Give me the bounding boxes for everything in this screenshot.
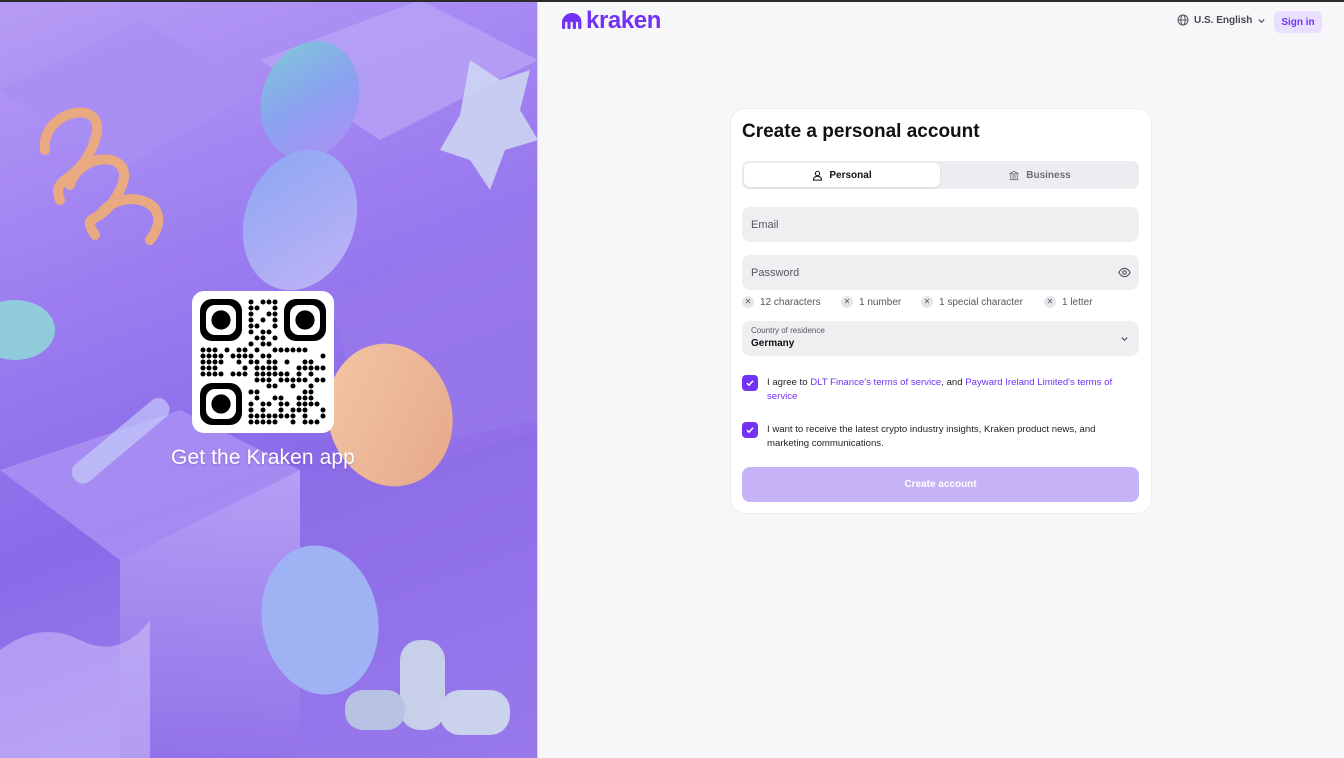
signup-card: Create a personal account Personal Busin…: [731, 109, 1151, 513]
window-top-border: [0, 0, 1344, 2]
country-value: Germany: [751, 338, 795, 349]
terms-consent-row: I agree to DLT Finance's terms of servic…: [742, 375, 1139, 404]
account-type-switch: Personal Business: [742, 161, 1139, 189]
sign-in-button[interactable]: Sign in: [1274, 11, 1322, 33]
kraken-logo[interactable]: kraken: [561, 9, 661, 33]
requirement-label: 12 characters: [760, 296, 821, 308]
logo-wordmark: kraken: [586, 7, 661, 34]
email-placeholder: Email: [751, 218, 779, 231]
tab-business-label: Business: [1026, 169, 1071, 181]
language-label: U.S. English: [1194, 14, 1253, 26]
globe-icon: [1177, 14, 1189, 26]
requirement-label: 1 number: [859, 296, 902, 308]
marketing-consent-text: I want to receive the latest crypto indu…: [767, 424, 1096, 449]
requirement-label: 1 special character: [939, 296, 1023, 308]
tab-personal-label: Personal: [829, 169, 872, 181]
app-qr-code: [192, 291, 334, 433]
country-label: Country of residence: [751, 326, 825, 335]
bank-icon: [1009, 170, 1020, 180]
panel-divider: [537, 0, 538, 758]
user-icon: [813, 170, 823, 181]
checkmark-icon: [746, 427, 754, 434]
marketing-checkbox[interactable]: [742, 422, 758, 438]
x-icon: ✕: [1044, 296, 1056, 308]
requirement-number: ✕ 1 number: [841, 296, 921, 308]
tab-personal[interactable]: Personal: [744, 163, 940, 187]
password-placeholder: Password: [751, 266, 800, 279]
checkmark-icon: [746, 380, 754, 387]
password-requirements: ✕ 12 characters ✕ 1 number ✕ 1 special c…: [742, 296, 1093, 308]
requirement-label: 1 letter: [1062, 296, 1093, 308]
page-title: Create a personal account: [742, 121, 980, 142]
chevron-down-icon: [1121, 337, 1128, 342]
terms-prefix: I agree to: [767, 377, 811, 388]
chevron-down-icon: [1258, 18, 1265, 23]
x-icon: ✕: [742, 296, 754, 308]
x-icon: ✕: [841, 296, 853, 308]
qr-code-image: [200, 299, 326, 425]
requirement-letter: ✕ 1 letter: [1044, 296, 1093, 308]
email-field[interactable]: Email: [742, 207, 1139, 242]
hero-caption: Get the Kraken app: [171, 446, 355, 469]
show-password-eye-icon[interactable]: [1118, 266, 1131, 279]
terms-checkbox[interactable]: [742, 375, 758, 391]
x-icon: ✕: [921, 296, 933, 308]
terms-middle: , and: [941, 377, 966, 388]
requirement-special: ✕ 1 special character: [921, 296, 1044, 308]
terms-consent-text: I agree to DLT Finance's terms of servic…: [767, 376, 1139, 404]
kraken-logo-icon: [562, 13, 582, 30]
marketing-consent-row: I want to receive the latest crypto indu…: [742, 422, 1139, 451]
country-select[interactable]: Country of residence Germany: [742, 321, 1139, 356]
requirement-length: ✕ 12 characters: [742, 296, 841, 308]
language-selector[interactable]: U.S. English: [1177, 14, 1266, 26]
password-field[interactable]: Password: [742, 255, 1139, 290]
dlt-terms-link[interactable]: DLT Finance's terms of service: [810, 377, 941, 388]
hero-panel: Get the Kraken app: [0, 0, 538, 758]
create-account-button[interactable]: Create account: [742, 467, 1139, 502]
tab-business[interactable]: Business: [942, 163, 1137, 187]
